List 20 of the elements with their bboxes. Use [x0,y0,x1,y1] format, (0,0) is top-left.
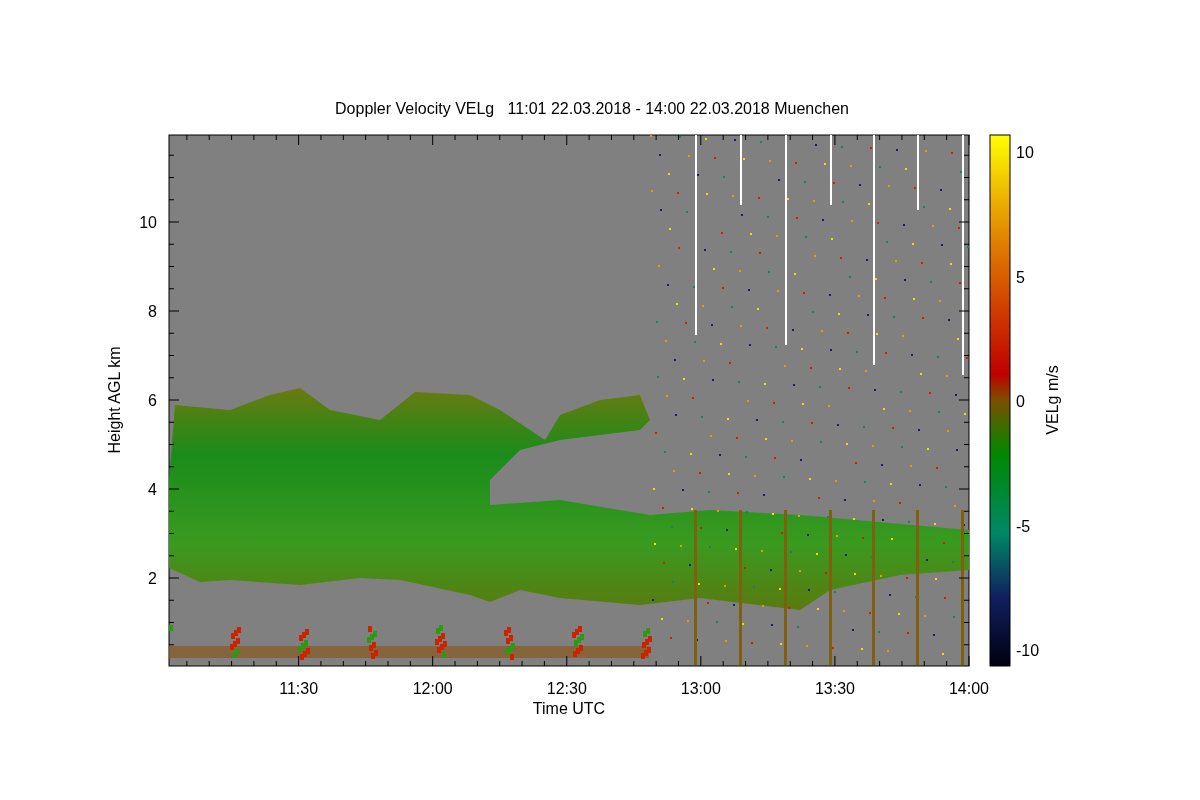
x-tick-label: 13:30 [814,680,855,697]
chart-title: Doppler Velocity VELg 11:01 22.03.2018 - 14:00 22.03.2018 Muenchen [335,100,849,117]
y-axis-label: Height AGL km [106,346,123,454]
x-axis-label: Time UTC [532,700,606,717]
y-tick-label: 8 [148,303,157,320]
x-tick-label: 11:30 [279,680,319,697]
y-tick-label: 6 [148,392,157,409]
y-tick-label: 4 [148,481,157,498]
colorbar-tick-label: 5 [1016,268,1025,286]
y-tick-label: 2 [148,570,157,587]
colorbar-label: VELg m/s [1044,365,1061,435]
colorbar-tick-label: -5 [1016,517,1031,535]
x-tick-label: 12:30 [546,680,587,697]
y-tick-label: 10 [139,214,157,231]
colorbar-tick-label: 0 [1016,393,1025,410]
colorbar-tick-label: -10 [1016,642,1040,659]
x-tick-label: 14:00 [949,680,989,697]
x-tick-label: 12:00 [412,680,453,697]
x-tick-label: 13:00 [680,680,721,697]
colorbar-tick-label: 10 [1016,144,1034,161]
